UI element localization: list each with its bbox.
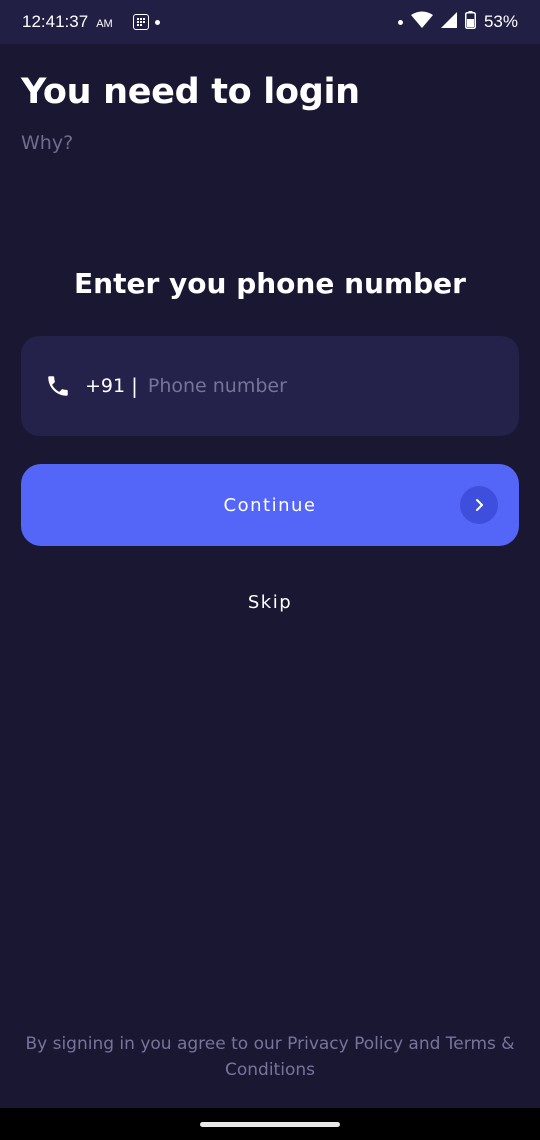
chevron-right-icon: [460, 486, 498, 524]
phone-heading: Enter you phone number: [74, 267, 466, 300]
phone-field[interactable]: +91 |: [21, 336, 519, 436]
legal-text: By signing in you agree to our Privacy P…: [25, 1034, 515, 1080]
home-indicator[interactable]: [200, 1122, 340, 1127]
continue-button[interactable]: Continue: [21, 464, 519, 546]
login-screen: 12:41:37 AM 53% You need to login Why? E…: [0, 0, 540, 1140]
why-link[interactable]: Why?: [21, 132, 73, 154]
signal-icon: [440, 11, 457, 33]
battery-percent: 53%: [483, 12, 518, 31]
app-notification-icon: [132, 14, 149, 30]
status-ampm: AM: [96, 17, 113, 30]
dot-icon: [397, 19, 403, 25]
page-title: You need to login: [21, 72, 360, 112]
country-code-separator: |: [131, 374, 138, 398]
battery-icon: [464, 10, 476, 34]
status-left: 12:41:37 AM: [22, 12, 160, 32]
skip-button[interactable]: Skip: [0, 592, 540, 613]
status-right: 53%: [397, 10, 518, 34]
country-code[interactable]: +91: [85, 375, 125, 397]
phone-icon: [45, 373, 71, 399]
phone-number-input[interactable]: [145, 374, 450, 398]
status-bar: 12:41:37 AM 53%: [0, 0, 540, 44]
dot-icon: [154, 19, 160, 25]
wifi-icon: [410, 11, 433, 34]
continue-label: Continue: [223, 494, 317, 516]
status-time: 12:41:37: [22, 12, 89, 31]
